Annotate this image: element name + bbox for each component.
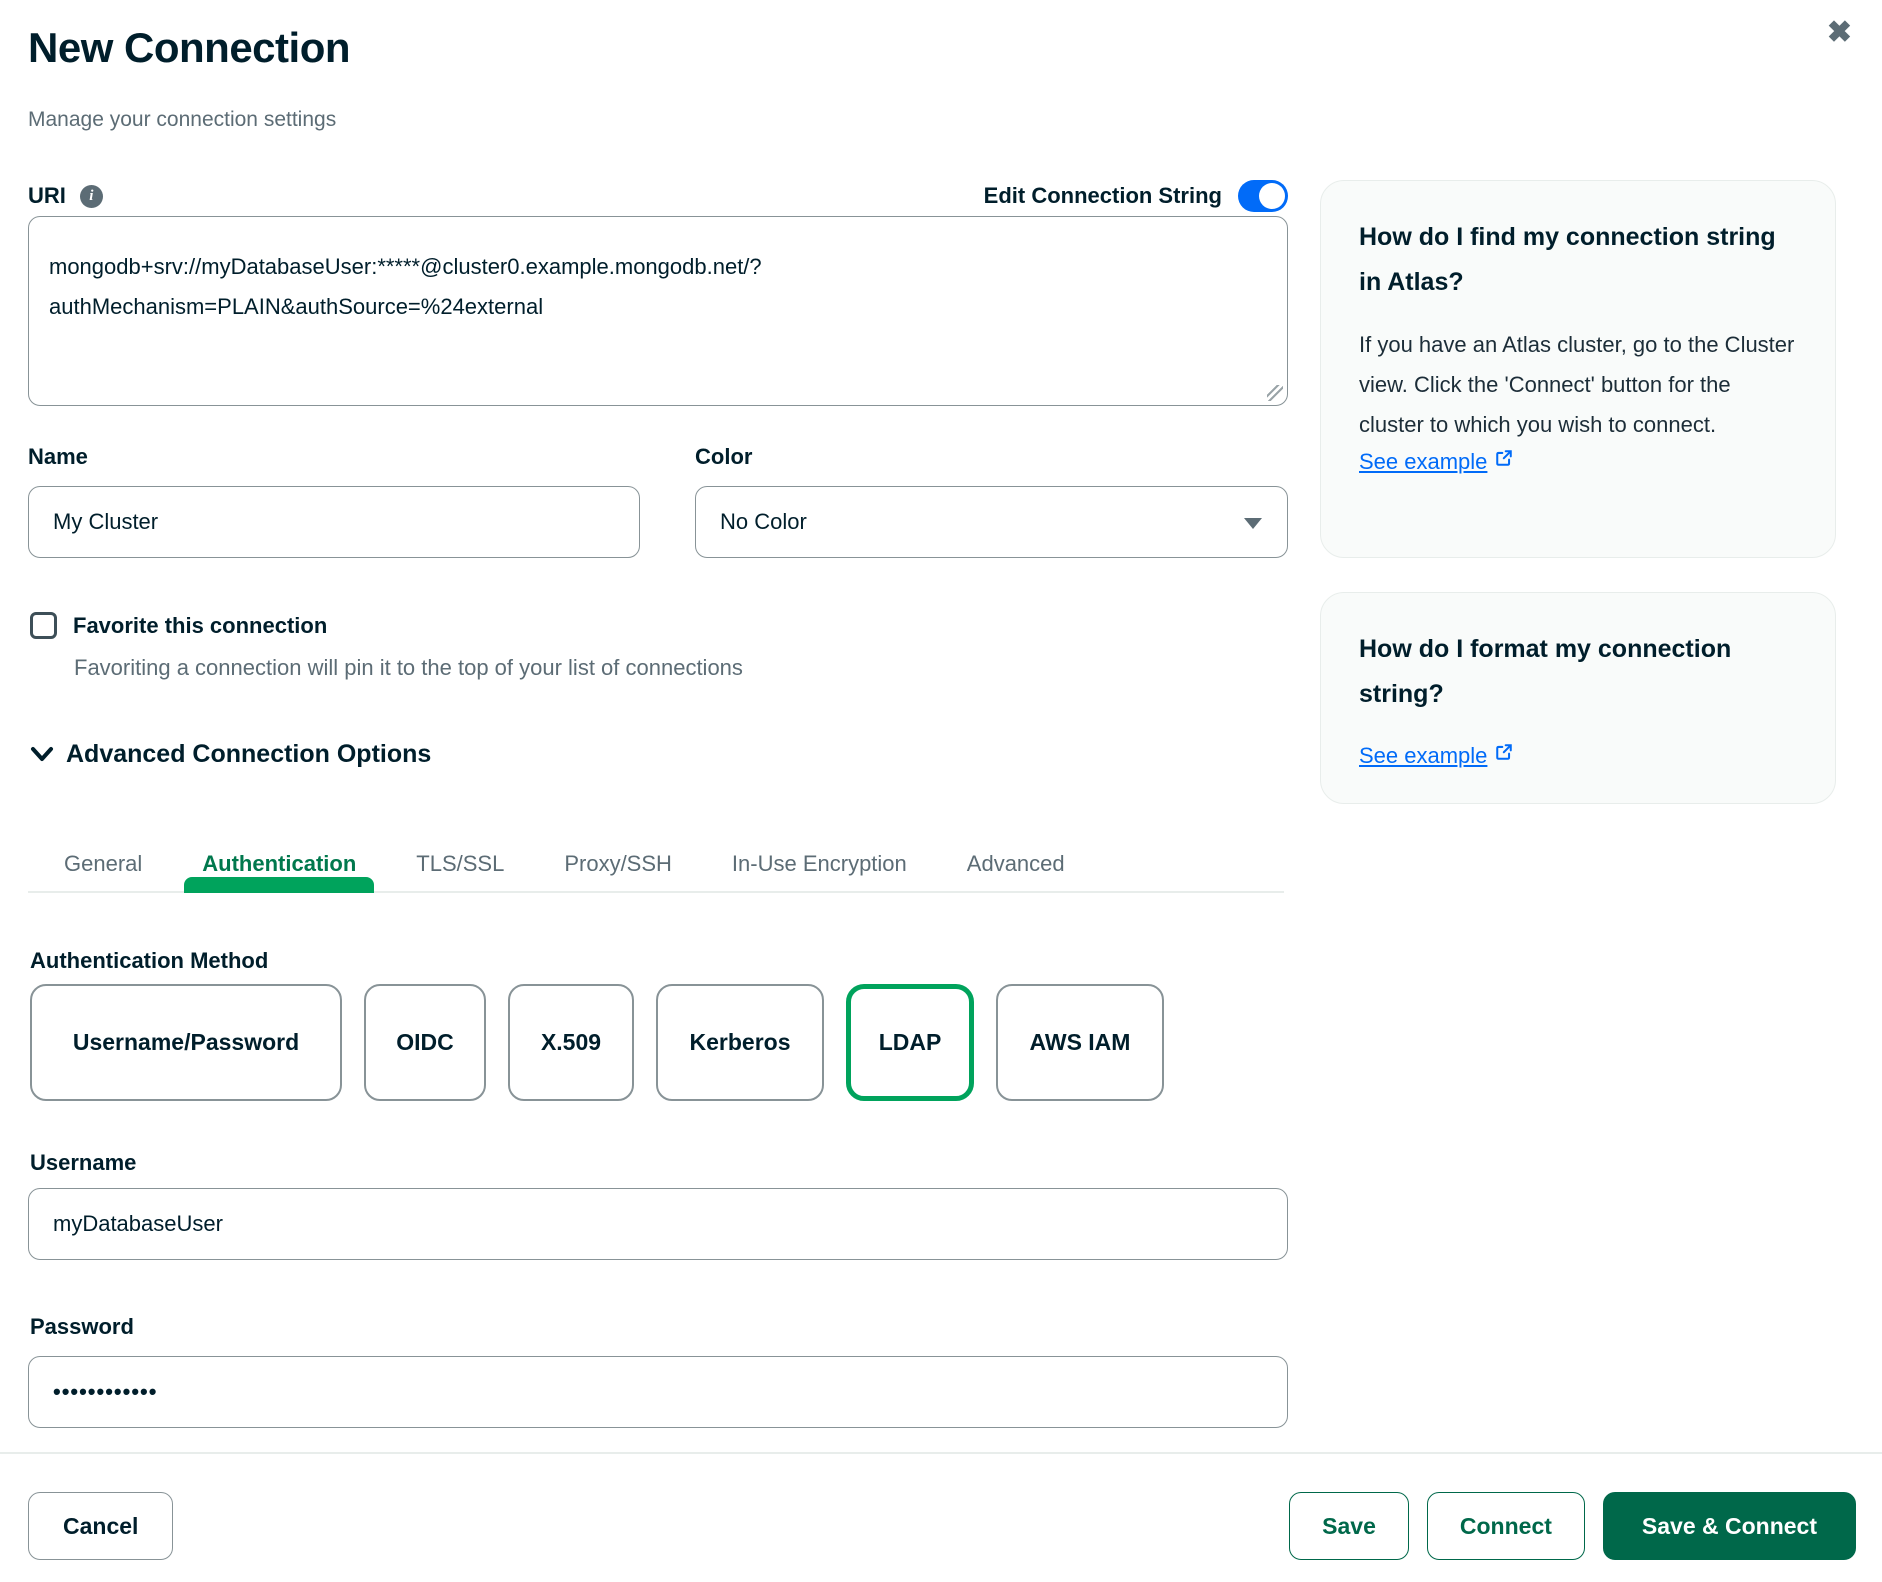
name-input[interactable] [28, 486, 640, 558]
help-card-title: How do I find my connection string in At… [1359, 215, 1797, 305]
name-label: Name [28, 444, 640, 470]
page-title: New Connection [28, 24, 350, 72]
see-example-label: See example [1359, 743, 1487, 769]
footer-actions: Save Connect Save & Connect [1289, 1492, 1856, 1560]
help-card-title: How do I format my connection string? [1359, 627, 1797, 717]
tab-tls-ssl[interactable]: TLS/SSL [398, 836, 522, 892]
tab-general[interactable]: General [46, 836, 160, 892]
cancel-button[interactable]: Cancel [28, 1492, 173, 1560]
password-label: Password [30, 1314, 134, 1340]
edit-connection-string-toggle[interactable] [1238, 180, 1288, 212]
see-example-label: See example [1359, 449, 1487, 475]
uri-label: URI [28, 183, 66, 209]
tab-in-use-encryption[interactable]: In-Use Encryption [714, 836, 925, 892]
auth-method-aws-iam[interactable]: AWS IAM [996, 984, 1164, 1101]
tab-bar: General Authentication TLS/SSL Proxy/SSH… [46, 836, 1107, 892]
tab-advanced[interactable]: Advanced [949, 836, 1083, 892]
save-and-connect-button[interactable]: Save & Connect [1603, 1492, 1856, 1560]
favorite-row: Favorite this connection [30, 612, 327, 639]
advanced-options-header: Advanced Connection Options [66, 740, 431, 769]
tab-proxy-ssh[interactable]: Proxy/SSH [546, 836, 690, 892]
info-icon[interactable]: i [80, 185, 103, 208]
username-input[interactable] [28, 1188, 1288, 1260]
see-example-link[interactable]: See example [1359, 743, 1513, 769]
color-label: Color [695, 444, 1288, 470]
favorite-description: Favoriting a connection will pin it to t… [74, 655, 743, 681]
footer-divider [0, 1452, 1882, 1454]
favorite-checkbox[interactable] [30, 612, 57, 639]
page-subtitle: Manage your connection settings [28, 108, 336, 132]
name-color-row: Name Color [28, 444, 1288, 558]
password-input[interactable] [28, 1356, 1288, 1428]
chevron-down-icon [30, 746, 54, 763]
connect-button[interactable]: Connect [1427, 1492, 1585, 1560]
see-example-link[interactable]: See example [1359, 449, 1513, 475]
save-button[interactable]: Save [1289, 1492, 1409, 1560]
edit-connection-string-label: Edit Connection String [984, 183, 1222, 209]
auth-method-username-password[interactable]: Username/Password [30, 984, 342, 1101]
color-select[interactable] [695, 486, 1288, 558]
tab-authentication[interactable]: Authentication [184, 836, 374, 892]
toggle-knob [1259, 183, 1285, 209]
external-link-icon [1495, 743, 1513, 761]
help-card-format-connection-string: How do I format my connection string? Se… [1320, 592, 1836, 804]
auth-method-label: Authentication Method [30, 948, 268, 974]
uri-textarea-wrap: mongodb+srv://myDatabaseUser:*****@clust… [28, 216, 1288, 406]
help-card-find-connection-string: How do I find my connection string in At… [1320, 180, 1836, 558]
uri-textarea[interactable]: mongodb+srv://myDatabaseUser:*****@clust… [28, 216, 1288, 406]
auth-method-kerberos[interactable]: Kerberos [656, 984, 824, 1101]
auth-method-group: Username/Password OIDC X.509 Kerberos LD… [30, 984, 1164, 1101]
advanced-options-toggle[interactable]: Advanced Connection Options [30, 740, 431, 769]
auth-method-x509[interactable]: X.509 [508, 984, 634, 1101]
external-link-icon [1495, 449, 1513, 467]
favorite-label: Favorite this connection [73, 613, 327, 639]
close-icon[interactable]: ✖ [1827, 18, 1852, 48]
username-label: Username [30, 1150, 136, 1176]
auth-method-ldap[interactable]: LDAP [846, 984, 974, 1101]
help-card-body: If you have an Atlas cluster, go to the … [1359, 325, 1797, 445]
uri-row: URI i Edit Connection String [28, 180, 1288, 212]
chevron-down-icon [1244, 518, 1262, 529]
auth-method-oidc[interactable]: OIDC [364, 984, 486, 1101]
